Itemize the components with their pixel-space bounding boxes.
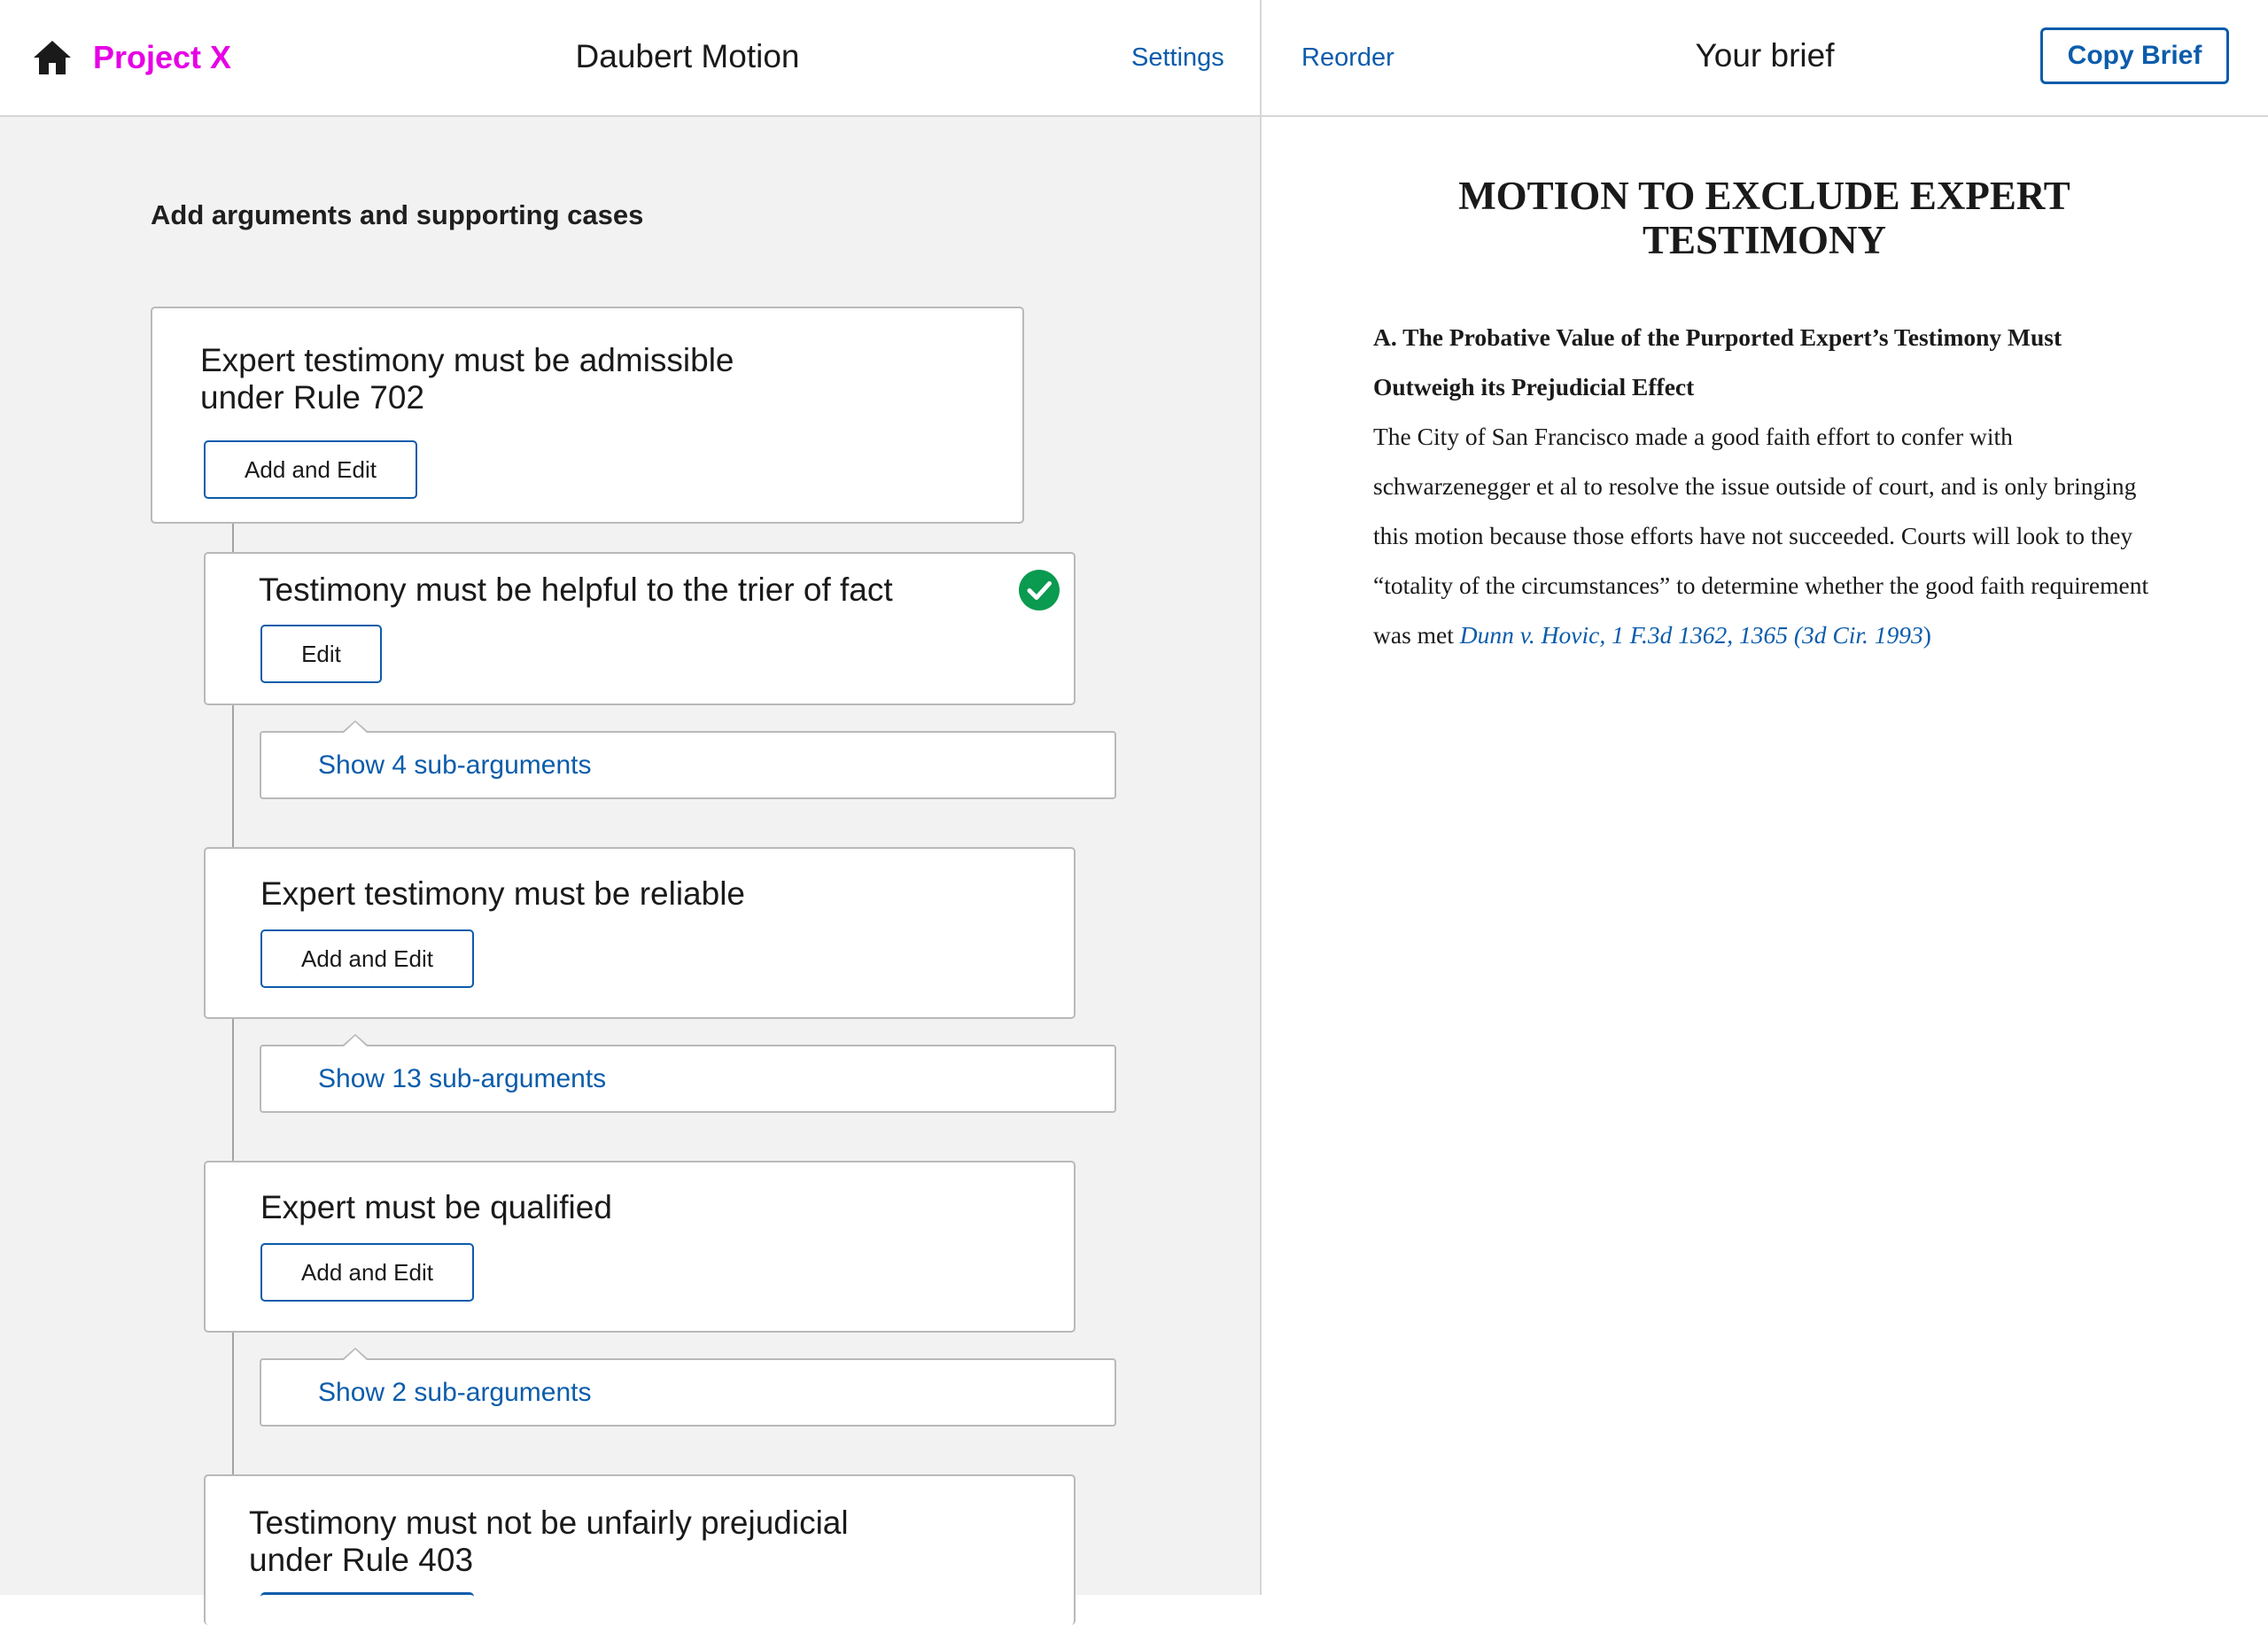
check-circle-icon <box>1019 570 1060 610</box>
argument-card: Expert testimony must be reliable Add an… <box>204 847 1076 1019</box>
subarguments-label: Show 13 sub-arguments <box>318 1063 607 1093</box>
add-and-edit-button[interactable] <box>260 1592 474 1604</box>
brief-document: A. The Probative Value of the Purported … <box>1373 313 2162 660</box>
add-and-edit-button[interactable]: Add and Edit <box>260 929 474 988</box>
show-subarguments-button[interactable]: Show 2 sub-arguments <box>260 1348 1116 1427</box>
subarguments-label: Show 2 sub-arguments <box>318 1377 592 1407</box>
argument-title: Expert testimony must be admissible unde… <box>200 342 734 416</box>
brief-subheading: A. The Probative Value of the Purported … <box>1373 323 2062 400</box>
add-and-edit-button[interactable]: Add and Edit <box>260 1243 474 1302</box>
settings-link[interactable]: Settings <box>1131 41 1224 74</box>
case-citation-link[interactable]: Dunn v. Hovic, 1 F.3d 1362, 1365 (3d Cir… <box>1460 621 1923 649</box>
caret-up-icon <box>341 720 369 734</box>
tree-connector <box>232 704 234 847</box>
subarguments-label: Show 4 sub-arguments <box>318 750 592 780</box>
argument-card: Testimony must be helpful to the trier o… <box>204 552 1076 705</box>
argument-card: Testimony must not be unfairly prejudici… <box>204 1474 1076 1625</box>
show-subarguments-button[interactable]: Show 4 sub-arguments <box>260 720 1116 799</box>
show-subarguments-button[interactable]: Show 13 sub-arguments <box>260 1034 1116 1113</box>
caret-up-icon <box>341 1034 369 1047</box>
tree-connector <box>232 1017 234 1161</box>
citation-close: ) <box>1922 621 1931 649</box>
argument-card: Expert must be qualified Add and Edit <box>204 1161 1076 1333</box>
argument-title: Expert must be qualified <box>260 1189 612 1225</box>
brief-heading: MOTION TO EXCLUDE EXPERT TESTIMONY <box>1458 174 2070 262</box>
argument-title: Testimony must be helpful to the trier o… <box>259 571 893 608</box>
tree-connector <box>232 1331 234 1474</box>
caret-up-icon <box>341 1348 369 1361</box>
argument-card: Expert testimony must be admissible unde… <box>151 307 1024 524</box>
brief-body-text: The City of San Francisco made a good fa… <box>1373 423 2149 649</box>
add-and-edit-button[interactable]: Add and Edit <box>204 440 417 499</box>
tree-connector <box>232 523 234 553</box>
pane-divider <box>1260 0 1262 1595</box>
edit-button[interactable]: Edit <box>260 625 382 683</box>
argument-title: Expert testimony must be reliable <box>260 875 746 912</box>
section-heading: Add arguments and supporting cases <box>151 199 644 230</box>
copy-brief-button[interactable]: Copy Brief <box>2040 27 2229 84</box>
argument-title: Testimony must not be unfairly prejudici… <box>249 1504 849 1578</box>
brief-paragraph: The City of San Francisco made a good fa… <box>1373 412 2162 660</box>
